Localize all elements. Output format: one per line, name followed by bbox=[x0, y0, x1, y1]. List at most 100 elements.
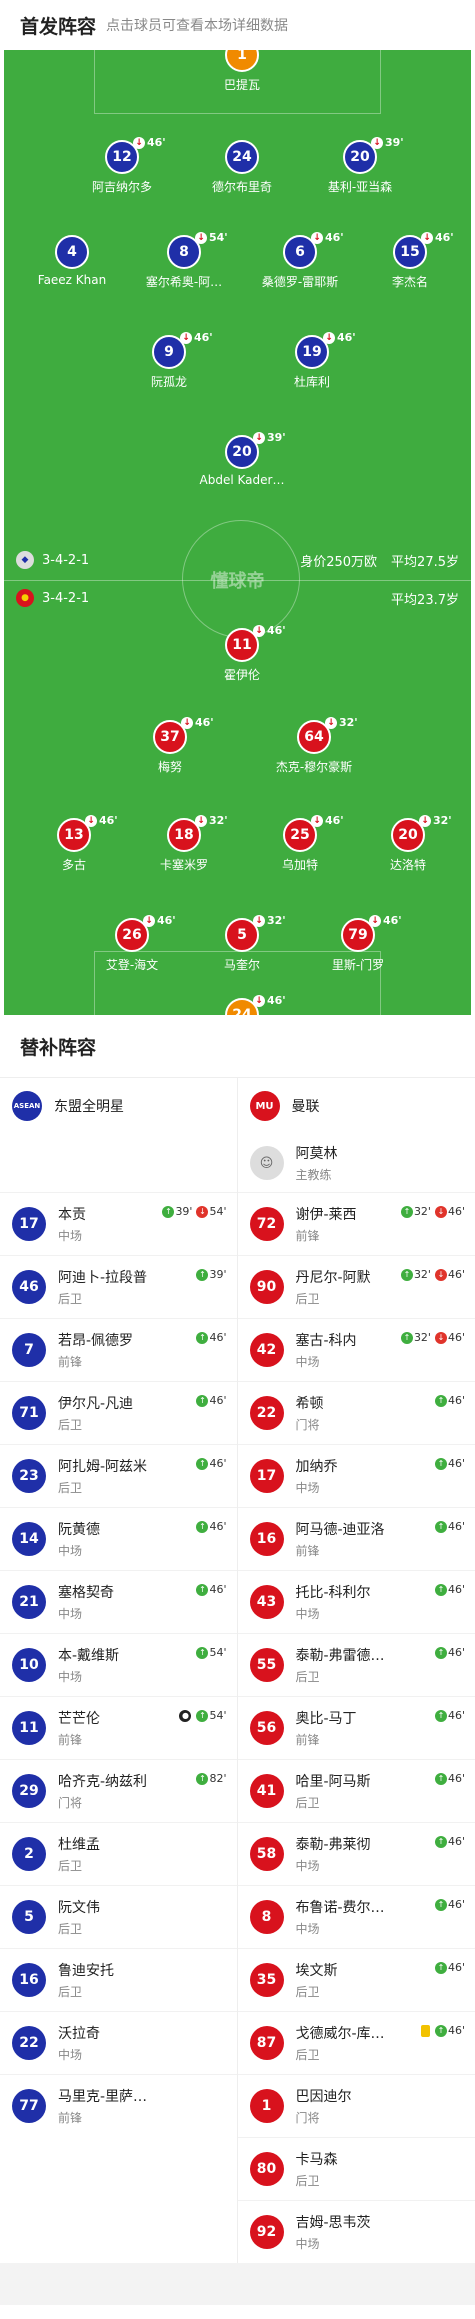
sub-player-row[interactable]: 80 卡马森 后卫 bbox=[237, 2137, 475, 2200]
away-player[interactable]: 11 ↓ 46' 霍伊伦 bbox=[187, 624, 297, 683]
sub-position: 后卫 bbox=[295, 2048, 320, 2062]
sub-player-row[interactable]: 17 加纳乔 中场 ↑ 46' bbox=[237, 1444, 475, 1507]
sub-player-row[interactable]: 72 谢伊-莱西 前锋 ↑ 32' ↓ 46' bbox=[237, 1192, 475, 1255]
sub-player-row[interactable]: 10 本-戴维斯 中场 ↑ 54' bbox=[0, 1633, 237, 1696]
home-player[interactable]: 24 德尔布里奇 bbox=[187, 140, 297, 195]
away-player[interactable]: 25 ↓ 46' 乌加特 bbox=[245, 814, 355, 873]
sub-name: 杜维孟 bbox=[58, 1837, 100, 1853]
sub-player-row[interactable]: 90 丹尼尔-阿默 后卫 ↑ 32' ↓ 46' bbox=[237, 1255, 475, 1318]
sub-player-row[interactable]: 42 塞古-科内 中场 ↑ 32' ↓ 46' bbox=[237, 1318, 475, 1381]
away-player[interactable]: 18 ↓ 32' 卡塞米罗 bbox=[129, 814, 239, 873]
substitution-tag: ↓ 39' bbox=[253, 431, 286, 444]
sub-number-badge: 23 bbox=[12, 1459, 46, 1493]
sub-time: 46' bbox=[194, 331, 213, 344]
sub-player-row[interactable]: 56 奥比-马丁 前锋 ↑ 46' bbox=[237, 1696, 475, 1759]
home-player[interactable]: 9 ↓ 46' 阮孤龙 bbox=[114, 331, 224, 390]
sub-player-row[interactable]: 55 泰勒-弗雷德… 后卫 ↑ 46' bbox=[237, 1633, 475, 1696]
sub-number-badge: 58 bbox=[249, 1837, 284, 1871]
sub-player-row[interactable]: 77 马里克-里萨… 前锋 bbox=[0, 2074, 237, 2137]
home-player[interactable]: 20 ↓ 39' 基利-亚当森 bbox=[305, 136, 415, 195]
event-in: ↑ 54' bbox=[196, 1709, 227, 1722]
sub-player-row[interactable]: 87 戈德威尔-库… 后卫 ↑ 46' bbox=[237, 2011, 475, 2074]
sub-player-row[interactable]: 92 吉姆-思韦茨 中场 bbox=[237, 2200, 475, 2263]
sub-number-badge: 16 bbox=[249, 1522, 284, 1556]
sub-out-icon: ↓ bbox=[253, 994, 265, 1007]
sub-out-icon: ↓ bbox=[195, 231, 207, 244]
sub-player-row[interactable]: 7 若昂-佩德罗 前锋 ↑ 46' bbox=[0, 1318, 237, 1381]
substitution-tag: ↓ 46' bbox=[369, 914, 402, 927]
sub-player-row[interactable]: 2 杜维孟 后卫 bbox=[0, 1822, 237, 1885]
sub-player-row[interactable]: 17 本贡 中场 ↑ 39' ↓ 54' bbox=[0, 1192, 237, 1255]
sub-events: ↑ 46' bbox=[196, 1394, 227, 1407]
sub-out-icon: ↓ bbox=[253, 624, 265, 637]
sub-number-badge: 87 bbox=[249, 2026, 284, 2060]
sub-in-icon: ↑ bbox=[196, 1457, 209, 1470]
home-team-header[interactable]: ASEAN 东盟全明星 bbox=[0, 1078, 237, 1134]
sub-player-row[interactable]: 11 芒芒伦 前锋 ● ↑ 54' bbox=[0, 1696, 237, 1759]
sub-player-row[interactable]: 58 泰勒-弗莱彻 中场 ↑ 46' bbox=[237, 1822, 475, 1885]
sub-player-row[interactable]: 16 阿马德-迪亚洛 前锋 ↑ 46' bbox=[237, 1507, 475, 1570]
sub-number: 56 bbox=[256, 1720, 277, 1736]
sub-player-row[interactable]: 22 希顿 门将 ↑ 46' bbox=[237, 1381, 475, 1444]
away-player[interactable]: 79 ↓ 46' 里斯-门罗 bbox=[303, 914, 413, 973]
home-player[interactable]: 8 ↓ 54' 塞尔希奥-阿… bbox=[129, 231, 239, 290]
away-player[interactable]: 37 ↓ 46' 梅努 bbox=[115, 716, 225, 775]
sub-number-badge: 22 bbox=[249, 1396, 284, 1430]
sub-player-row[interactable]: 23 阿扎姆-阿兹米 后卫 ↑ 46' bbox=[0, 1444, 237, 1507]
sub-position: 中场 bbox=[295, 2237, 320, 2251]
event-in: ↑ 46' bbox=[196, 1457, 227, 1470]
away-player[interactable]: 13 ↓ 46' 多古 bbox=[19, 814, 129, 873]
away-player[interactable]: 26 ↓ 46' 艾登-海文 bbox=[77, 914, 187, 973]
sub-player-row[interactable]: 21 塞格契奇 中场 ↑ 46' bbox=[0, 1570, 237, 1633]
event-in: ↑ 46' bbox=[434, 1394, 465, 1407]
sub-in-icon: ↑ bbox=[434, 1583, 447, 1596]
sub-player-row[interactable]: 8 布鲁诺-费尔… 中场 ↑ 46' bbox=[237, 1885, 475, 1948]
event-out: ↓ 46' bbox=[434, 1205, 465, 1218]
sub-position: 中场 bbox=[295, 1922, 320, 1936]
sub-number: 11 bbox=[19, 1720, 39, 1736]
sub-number: 92 bbox=[256, 2224, 277, 2240]
sub-player-row[interactable]: 22 沃拉奇 中场 bbox=[0, 2011, 237, 2074]
away-player[interactable]: 20 ↓ 32' 达洛特 bbox=[353, 814, 463, 873]
sub-player-row[interactable]: 5 阮文伟 后卫 bbox=[0, 1885, 237, 1948]
sub-player-row[interactable]: 1 巴因迪尔 门将 bbox=[237, 2074, 475, 2137]
player-name: 德尔布里奇 bbox=[211, 180, 272, 194]
sub-position: 前锋 bbox=[58, 2111, 83, 2125]
sub-player-row[interactable]: 43 托比-科利尔 中场 ↑ 46' bbox=[237, 1570, 475, 1633]
player-number: 8 bbox=[179, 244, 189, 260]
home-player[interactable]: 19 ↓ 46' 杜库利 bbox=[257, 331, 367, 390]
sub-number: 71 bbox=[19, 1405, 39, 1421]
event-time: 46' bbox=[209, 1394, 227, 1407]
player-number-badge: 8 ↓ 54' bbox=[167, 231, 228, 269]
substitution-tag: ↓ 54' bbox=[195, 231, 228, 244]
sub-player-row[interactable]: 16 鲁迪安托 后卫 bbox=[0, 1948, 237, 2011]
event-time: 32' bbox=[413, 1205, 431, 1218]
away-team-header[interactable]: MU 曼联 bbox=[238, 1078, 475, 1134]
sub-player-row[interactable]: 41 哈里-阿马斯 后卫 ↑ 46' bbox=[237, 1759, 475, 1822]
goal-ball-icon: ● bbox=[179, 1709, 192, 1722]
event-in: ↑ 46' bbox=[434, 1835, 465, 1848]
player-name: 桑德罗-雷耶斯 bbox=[261, 275, 339, 289]
away-team-name: 曼联 bbox=[291, 1099, 320, 1115]
home-player[interactable]: 4 Faeez Khan bbox=[17, 235, 127, 287]
home-player[interactable]: 12 ↓ 46' 阿吉纳尔多 bbox=[67, 136, 177, 195]
sub-player-row[interactable]: 35 埃文斯 后卫 ↑ 46' bbox=[237, 1948, 475, 2011]
player-name: 梅努 bbox=[157, 760, 182, 774]
player-number: 19 bbox=[302, 344, 322, 360]
away-player[interactable]: 5 ↓ 32' 马奎尔 bbox=[187, 914, 297, 973]
away-player[interactable]: 64 ↓ 32' 杰克-穆尔豪斯 bbox=[259, 716, 369, 775]
home-player[interactable]: 1↓82' 巴提瓦 bbox=[187, 50, 297, 93]
sub-in-icon: ↑ bbox=[196, 1268, 209, 1281]
sub-player-row[interactable]: 14 阮黄德 中场 ↑ 46' bbox=[0, 1507, 237, 1570]
home-player[interactable]: 6 ↓ 46' 桑德罗-雷耶斯 bbox=[245, 231, 355, 290]
sub-in-icon: ↑ bbox=[434, 1520, 447, 1533]
sub-player-row[interactable]: 71 伊尔凡-凡迪 后卫 ↑ 46' bbox=[0, 1381, 237, 1444]
away-player[interactable]: 24↓46'奥纳纳 bbox=[187, 994, 297, 1015]
coach-row[interactable]: ☺ 阿莫林 主教练 bbox=[238, 1134, 475, 1192]
sub-out-icon: ↓ bbox=[419, 814, 431, 827]
home-player[interactable]: 15 ↓ 46' 李杰名 bbox=[355, 231, 465, 290]
sub-out-icon: ↓ bbox=[434, 1268, 447, 1281]
home-player[interactable]: 20 ↓ 39' Abdel Kader… bbox=[187, 431, 297, 487]
sub-player-row[interactable]: 29 哈齐克-纳兹利 门将 ↑ 82' bbox=[0, 1759, 237, 1822]
sub-player-row[interactable]: 46 阿迪卜-拉段普 后卫 ↑ 39' bbox=[0, 1255, 237, 1318]
